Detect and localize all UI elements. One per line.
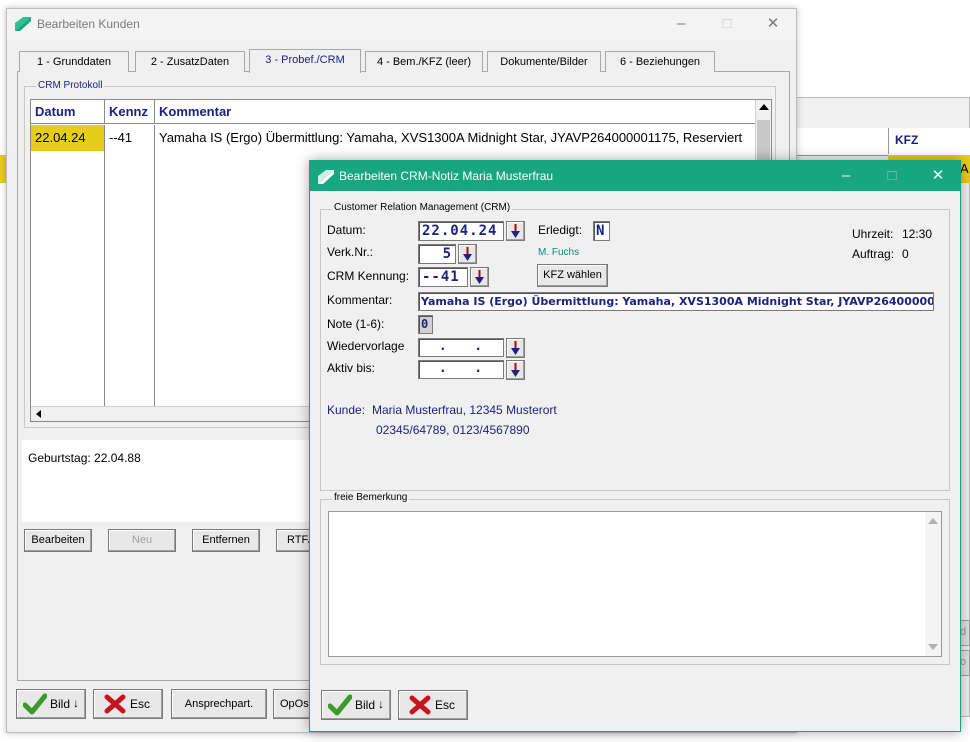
- dialog-arrow-down-icon: ↓: [378, 697, 384, 711]
- checkmark-icon: [23, 693, 47, 715]
- tab-dokumente-bilder[interactable]: Dokumente/Bilder: [487, 51, 601, 72]
- crm-group-title: Customer Relation Management (CRM): [332, 202, 513, 213]
- tab-grunddaten[interactable]: 1 - Grunddaten: [19, 51, 129, 72]
- verk-nr-dropdown-button[interactable]: [458, 244, 477, 264]
- bemerkung-scrollbar[interactable]: [925, 512, 941, 656]
- auftrag-value: 0: [902, 247, 909, 261]
- crm-kennung-field[interactable]: --41: [418, 267, 468, 287]
- crm-kennung-arrow-down-icon: [475, 270, 484, 284]
- dialog-esc-label: Esc: [435, 698, 456, 712]
- grid-cell-datum[interactable]: 22.04.24: [31, 125, 104, 151]
- dialog-cancel-x-icon: [409, 695, 431, 715]
- dialog-checkmark-icon: [328, 694, 352, 716]
- kfz-waehlen-button[interactable]: KFZ wählen: [537, 264, 608, 287]
- dialog-esc-button[interactable]: Esc: [398, 690, 468, 720]
- erledigt-label: Erledigt:: [538, 223, 583, 237]
- neu-button[interactable]: Neu: [108, 529, 176, 552]
- grid-header-kommentar[interactable]: Kommentar: [155, 100, 757, 124]
- kunde-label: Kunde:: [327, 403, 366, 417]
- datum-arrow-down-icon: [511, 224, 520, 238]
- dialog-titlebar[interactable]: Bearbeiten CRM-Notiz Maria Musterfrau – …: [310, 161, 960, 191]
- crm-kennung-label: CRM Kennung:: [327, 269, 410, 283]
- cancel-x-icon: [104, 694, 126, 714]
- verk-nr-arrow-down-icon: [463, 247, 472, 261]
- kommentar-label: Kommentar:: [327, 293, 393, 307]
- dialog-close-icon[interactable]: ✕: [915, 161, 961, 191]
- opos-button[interactable]: OpOs: [273, 689, 313, 719]
- minimize-icon[interactable]: –: [658, 9, 704, 39]
- bemerkung-scroll-down-icon[interactable]: [928, 644, 938, 650]
- main-bild-button[interactable]: Bild ↓: [16, 689, 86, 719]
- app-logo-icon: [15, 17, 31, 31]
- datum-field[interactable]: 22.04.24: [418, 221, 504, 241]
- note-label: Note (1-6):: [327, 317, 385, 331]
- dialog-logo-icon: [318, 170, 334, 184]
- grid-header-datum[interactable]: Datum: [31, 100, 105, 124]
- tab-bem-kfz[interactable]: 4 - Bem./KFZ (leer): [365, 51, 483, 72]
- kommentar-field[interactable]: Yamaha IS (Ergo) Übermittlung: Yamaha, X…: [418, 292, 934, 311]
- dialog-minimize-icon[interactable]: –: [823, 161, 869, 191]
- background-partial-cell-text: A: [960, 161, 969, 176]
- dialog-maximize-icon[interactable]: □: [869, 161, 915, 191]
- verkaeufer-name: M. Fuchs: [538, 247, 580, 258]
- main-esc-button[interactable]: Esc: [93, 689, 163, 719]
- bemerkung-scroll-up-icon[interactable]: [928, 518, 938, 524]
- datum-dropdown-button[interactable]: [506, 221, 525, 241]
- kunde-name-address: Maria Musterfrau, 12345 Musterort: [372, 403, 557, 417]
- main-bild-label: Bild: [50, 697, 71, 711]
- grid-scroll-thumb[interactable]: [757, 120, 770, 160]
- dialog-bild-label: Bild: [355, 698, 376, 712]
- crm-protokoll-title: CRM Protokoll: [36, 80, 105, 91]
- main-esc-label: Esc: [130, 697, 151, 711]
- erledigt-field[interactable]: N: [593, 221, 610, 241]
- verk-nr-field[interactable]: 5: [418, 244, 456, 264]
- wiedervorlage-field[interactable]: . .: [418, 338, 504, 357]
- aktiv-bis-dropdown-button[interactable]: [506, 360, 525, 380]
- tab-probef-crm[interactable]: 3 - Probef./CRM: [249, 49, 361, 73]
- grid-column-kennz: [105, 125, 155, 406]
- datum-label: Datum:: [327, 223, 366, 237]
- close-icon[interactable]: ✕: [750, 9, 796, 39]
- birthday-text: Geburtstag: 22.04.88: [28, 451, 141, 465]
- customer-window-title: Bearbeiten Kunden: [37, 17, 140, 31]
- grid-column-datum: [31, 125, 105, 406]
- maximize-icon[interactable]: □: [704, 9, 750, 39]
- tab-beziehungen[interactable]: 6 - Beziehungen: [605, 51, 715, 72]
- aktiv-bis-label: Aktiv bis:: [327, 361, 376, 375]
- bearbeiten-button[interactable]: Bearbeiten: [24, 529, 92, 552]
- grid-cell-kennz[interactable]: --41: [105, 125, 154, 151]
- wiedervorlage-dropdown-button[interactable]: [506, 338, 525, 358]
- uhrzeit-label: Uhrzeit:: [852, 227, 894, 241]
- verk-nr-label: Verk.Nr.:: [327, 245, 374, 259]
- crm-note-dialog: Bearbeiten CRM-Notiz Maria Musterfrau – …: [309, 160, 961, 732]
- customer-info-box: Geburtstag: 22.04.88: [22, 440, 312, 522]
- ansprechpart-button[interactable]: Ansprechpart.: [171, 689, 267, 719]
- bemerkung-textarea[interactable]: [328, 511, 942, 657]
- wiedervorlage-label: Wiedervorlage: [327, 339, 405, 353]
- tab-zusatzdaten[interactable]: 2 - ZusatzDaten: [135, 51, 245, 72]
- dialog-bild-button[interactable]: Bild ↓: [321, 690, 391, 720]
- scroll-up-icon[interactable]: [759, 104, 769, 110]
- scroll-left-icon[interactable]: [36, 410, 41, 418]
- customer-window-titlebar[interactable]: Bearbeiten Kunden – □ ✕: [7, 9, 796, 39]
- auftrag-label: Auftrag:: [852, 247, 895, 261]
- background-kfz-header: KFZ: [888, 128, 970, 154]
- kunde-phone: 02345/64789, 0123/4567890: [376, 423, 530, 437]
- aktiv-bis-field[interactable]: . .: [418, 360, 504, 379]
- uhrzeit-value: 12:30: [902, 227, 933, 241]
- wiedervorlage-arrow-down-icon: [511, 341, 520, 355]
- crm-kennung-dropdown-button[interactable]: [470, 267, 489, 287]
- arrow-down-icon: ↓: [73, 696, 79, 710]
- note-field[interactable]: 0: [418, 315, 433, 334]
- grid-cell-kommentar[interactable]: Yamaha IS (Ergo) Übermittlung: Yamaha, X…: [155, 125, 755, 151]
- dialog-title: Bearbeiten CRM-Notiz Maria Musterfrau: [339, 169, 554, 183]
- aktiv-bis-arrow-down-icon: [511, 363, 520, 377]
- grid-header-kennz[interactable]: Kennz: [105, 100, 155, 124]
- entfernen-button[interactable]: Entfernen: [192, 529, 260, 552]
- bemerkung-title: freie Bemerkung: [332, 492, 410, 503]
